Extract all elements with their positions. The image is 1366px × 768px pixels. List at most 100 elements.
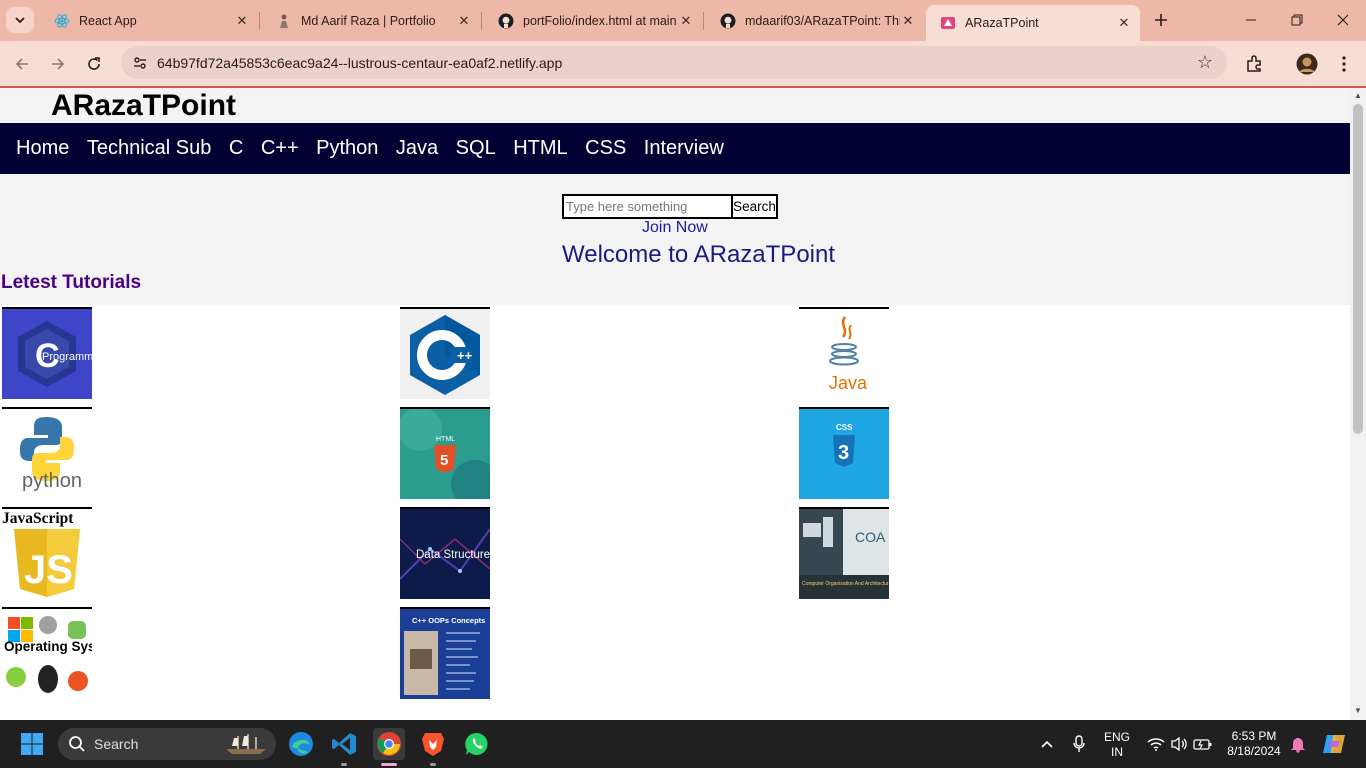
tab-divider: [703, 12, 704, 30]
tab-divider: [259, 12, 260, 30]
page-viewport: ARazaTPoint Home Technical Sub C C++ Pyt…: [0, 88, 1350, 720]
minimize-button[interactable]: [1228, 0, 1274, 40]
browser-tab-strip: React App ✕ Md Aarif Raza | Portfolio ✕ …: [0, 0, 1366, 41]
tutorial-card-cpp[interactable]: ++: [400, 307, 490, 399]
page-scrollbar[interactable]: ▲ ▼: [1350, 88, 1366, 720]
battery-icon[interactable]: [1187, 728, 1219, 760]
svg-text:Operating Systems: Operating Systems: [4, 639, 92, 654]
tab-portfolio[interactable]: Md Aarif Raza | Portfolio ✕: [262, 6, 480, 35]
clock[interactable]: 6:53 PM 8/18/2024: [1224, 729, 1284, 759]
tutorial-card-c[interactable]: C Programming: [2, 307, 92, 399]
tutorial-card-html[interactable]: HTML 5: [400, 407, 490, 499]
scroll-up-arrow-icon[interactable]: ▲: [1354, 91, 1362, 100]
site-nav: Home Technical Sub C C++ Python Java SQL…: [0, 123, 1350, 174]
svg-text:CSS: CSS: [836, 423, 853, 432]
minimize-icon: [1246, 19, 1256, 21]
coa-thumbnail: COA Computer Organisation And Architectu…: [799, 509, 889, 599]
nav-technical-sub[interactable]: Technical Sub: [87, 137, 212, 160]
nav-python[interactable]: Python: [316, 137, 378, 160]
ship-decoration-icon: [226, 734, 266, 754]
back-button[interactable]: [8, 50, 36, 78]
search-input[interactable]: [562, 194, 733, 219]
cpp-logo-thumbnail: ++: [400, 309, 490, 399]
restore-button[interactable]: [1274, 0, 1320, 40]
tab-react-app[interactable]: React App ✕: [40, 6, 258, 35]
search-button[interactable]: Search: [733, 194, 778, 219]
svg-text:Programming: Programming: [42, 351, 92, 363]
edge-icon[interactable]: [285, 728, 317, 760]
taskbar-search[interactable]: Search: [58, 728, 276, 760]
url-text: 64b97fd72a45853c6eac9a24--lustrous-centa…: [157, 54, 563, 71]
new-tab-button[interactable]: [1150, 9, 1172, 31]
scrollbar-thumb[interactable]: [1353, 104, 1363, 434]
brave-icon[interactable]: [417, 728, 449, 760]
tutorial-card-javascript[interactable]: JavaScript JS: [2, 507, 92, 599]
nav-css[interactable]: CSS: [585, 137, 626, 160]
nav-home[interactable]: Home: [16, 137, 69, 160]
nav-cpp[interactable]: C++: [261, 137, 299, 160]
join-now-link[interactable]: Join Now: [642, 219, 708, 237]
tab-divider: [481, 12, 482, 30]
chevron-up-icon[interactable]: [1031, 728, 1063, 760]
svg-text:JS: JS: [24, 548, 73, 592]
site-info-icon[interactable]: [129, 52, 151, 74]
chrome-active-indicator: [381, 763, 397, 766]
more-menu-icon[interactable]: [1330, 50, 1358, 78]
java-logo-thumbnail: Java: [799, 309, 889, 399]
extensions-icon[interactable]: [1240, 50, 1268, 78]
nav-c[interactable]: C: [229, 137, 243, 160]
address-bar[interactable]: 64b97fd72a45853c6eac9a24--lustrous-centa…: [121, 46, 1227, 79]
bookmark-star-icon[interactable]: ☆: [1193, 51, 1217, 75]
svg-text:C++ OOPs Concepts: C++ OOPs Concepts: [412, 616, 485, 625]
reload-button[interactable]: [80, 50, 108, 78]
brave-running-indicator: [430, 763, 436, 766]
tutorial-card-python[interactable]: python: [2, 407, 92, 499]
tutorial-card-coa[interactable]: COA Computer Organisation And Architectu…: [799, 507, 889, 599]
forward-button[interactable]: [44, 50, 72, 78]
nav-html[interactable]: HTML: [513, 137, 567, 160]
close-icon[interactable]: ✕: [1116, 15, 1132, 31]
language-indicator[interactable]: ENG IN: [1100, 730, 1134, 760]
svg-text:Java: Java: [829, 373, 868, 393]
nav-java[interactable]: Java: [396, 137, 438, 160]
tab-search-button[interactable]: [6, 7, 34, 33]
chrome-icon[interactable]: [373, 728, 405, 760]
operating-systems-thumbnail: Operating Systems: [2, 609, 92, 699]
close-icon[interactable]: ✕: [456, 13, 472, 29]
copilot-icon[interactable]: [1318, 728, 1350, 760]
tutorial-card-oops[interactable]: C++ OOPs Concepts: [400, 607, 490, 699]
c-programming-thumbnail: C Programming: [2, 309, 92, 399]
section-title: Letest Tutorials: [1, 272, 142, 293]
tutorial-card-data-structure[interactable]: Data Structure: [400, 507, 490, 599]
tab-title: React App: [79, 13, 137, 28]
scroll-down-arrow-icon[interactable]: ▼: [1354, 706, 1362, 715]
close-icon[interactable]: ✕: [678, 13, 694, 29]
notification-bell-icon[interactable]: [1282, 728, 1314, 760]
windows-start-icon[interactable]: [16, 728, 48, 760]
portfolio-icon: [276, 13, 292, 29]
site-icon: [940, 15, 956, 31]
tab-arazatpoint[interactable]: ARazaTPoint ✕: [926, 5, 1140, 41]
html5-thumbnail: HTML 5: [400, 409, 490, 499]
clock-time: 6:53 PM: [1231, 729, 1277, 743]
microphone-icon[interactable]: [1063, 728, 1095, 760]
site-brand[interactable]: ARazaTPoint: [51, 89, 236, 123]
github-icon: [498, 13, 514, 29]
close-window-button[interactable]: [1320, 0, 1366, 40]
tutorial-card-css[interactable]: CSS 3: [799, 407, 889, 499]
close-icon[interactable]: ✕: [234, 13, 250, 29]
tab-github-repo[interactable]: mdaarif03/ARazaTPoint: This ✕: [706, 6, 924, 35]
whatsapp-icon[interactable]: [461, 728, 493, 760]
nav-sql[interactable]: SQL: [456, 137, 496, 160]
svg-text:5: 5: [440, 452, 448, 469]
taskbar-search-label: Search: [94, 736, 139, 752]
tutorial-card-os[interactable]: Operating Systems: [2, 607, 92, 699]
vscode-icon[interactable]: [328, 728, 360, 760]
nav-interview[interactable]: Interview: [644, 137, 724, 160]
browser-toolbar: 64b97fd72a45853c6eac9a24--lustrous-centa…: [0, 41, 1366, 87]
close-icon[interactable]: ✕: [900, 13, 916, 29]
windows-taskbar: Search ENG IN 6:53 PM 8/18/2024: [0, 720, 1366, 768]
profile-avatar[interactable]: [1293, 50, 1321, 78]
tutorial-card-java[interactable]: Java: [799, 307, 889, 399]
tab-github-index[interactable]: portFolio/index.html at main ✕: [484, 6, 702, 35]
